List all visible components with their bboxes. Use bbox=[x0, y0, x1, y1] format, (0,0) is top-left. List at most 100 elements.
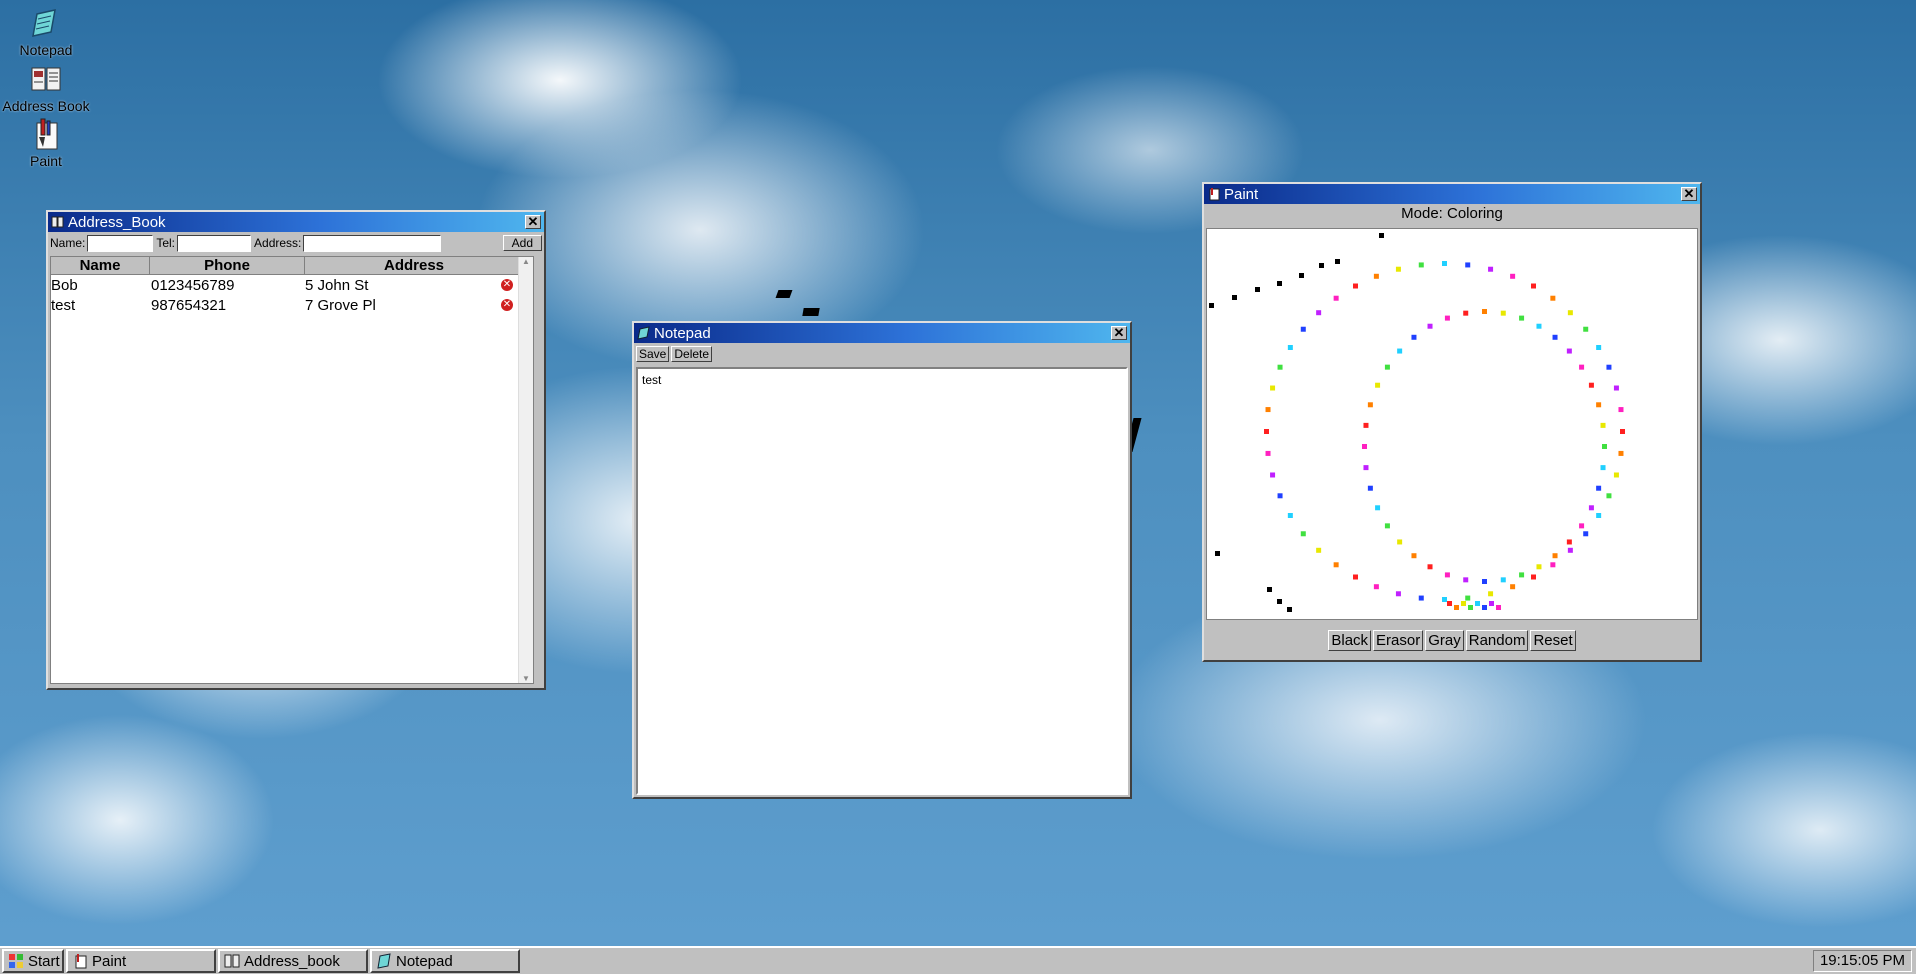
address-list: Name Phone Address Bob 0123456789 5 John… bbox=[50, 256, 534, 684]
paint-dot bbox=[1465, 595, 1471, 601]
table-row[interactable]: test 987654321 7 Grove Pl ✕ bbox=[51, 295, 533, 315]
black-button[interactable]: Black bbox=[1328, 630, 1372, 651]
address-book-icon bbox=[224, 953, 240, 969]
paint-dot bbox=[1566, 348, 1572, 354]
desktop-icon-label: Notepad bbox=[19, 42, 73, 58]
paint-dot bbox=[1384, 523, 1390, 529]
paint-dot bbox=[1596, 345, 1602, 350]
paint-dot bbox=[1488, 591, 1494, 597]
start-icon bbox=[8, 953, 24, 969]
vertical-scrollbar[interactable]: ▲ ▼ bbox=[518, 257, 533, 683]
taskbar-item-label: Paint bbox=[92, 952, 127, 970]
paint-dot bbox=[1510, 584, 1516, 590]
notepad-titlebar[interactable]: Notepad ✕ bbox=[634, 323, 1130, 343]
address-book-titlebar[interactable]: Address_Book ✕ bbox=[48, 212, 544, 232]
paint-dot bbox=[1255, 287, 1260, 292]
paint-dot bbox=[1596, 513, 1602, 518]
scroll-up-icon[interactable]: ▲ bbox=[519, 257, 533, 266]
paint-dot bbox=[1395, 591, 1401, 597]
paint-dot bbox=[1468, 605, 1473, 610]
paint-dot bbox=[1519, 315, 1525, 321]
start-button[interactable]: Start bbox=[2, 949, 64, 973]
taskbar-item-address-book[interactable]: Address_book bbox=[218, 949, 368, 973]
column-header-name[interactable]: Name bbox=[51, 257, 150, 275]
address-book-window: Address_Book ✕ Name: Tel: Address: Add N… bbox=[46, 210, 546, 690]
paint-dot bbox=[1488, 266, 1494, 272]
paint-dot bbox=[1277, 364, 1283, 370]
desktop-icon-notepad[interactable]: Notepad bbox=[0, 6, 92, 58]
column-header-phone[interactable]: Phone bbox=[150, 257, 305, 275]
cell-address: 7 Grove Pl bbox=[305, 296, 376, 314]
paint-dot bbox=[1600, 465, 1606, 471]
notepad-content: test bbox=[642, 373, 662, 387]
paint-canvas[interactable] bbox=[1206, 228, 1698, 620]
paint-dot bbox=[1531, 283, 1536, 289]
delete-button[interactable]: Delete bbox=[671, 346, 713, 362]
reset-button[interactable]: Reset bbox=[1530, 630, 1576, 651]
save-button[interactable]: Save bbox=[636, 346, 670, 362]
paint-dot bbox=[1411, 553, 1417, 559]
tel-input[interactable] bbox=[177, 234, 252, 252]
close-icon[interactable]: ✕ bbox=[1111, 326, 1127, 340]
paint-dot bbox=[1287, 607, 1292, 612]
paint-drawing bbox=[1209, 233, 1625, 612]
notepad-textarea[interactable]: test bbox=[636, 367, 1128, 795]
address-label: Address: bbox=[254, 236, 302, 250]
taskbar-item-label: Address_book bbox=[244, 952, 340, 970]
taskbar-item-paint[interactable]: Paint bbox=[66, 949, 216, 973]
paint-dot bbox=[1496, 605, 1501, 610]
paint-dot bbox=[1596, 402, 1602, 408]
column-header-address[interactable]: Address bbox=[305, 257, 523, 275]
cell-name: Bob bbox=[51, 276, 78, 294]
paint-dot bbox=[1333, 295, 1339, 301]
tel-label: Tel: bbox=[156, 236, 176, 250]
notepad-window: Notepad ✕ Save Delete test bbox=[632, 321, 1132, 799]
paint-dot bbox=[1613, 385, 1619, 391]
paint-dot bbox=[1596, 485, 1602, 491]
close-icon[interactable]: ✕ bbox=[1681, 187, 1697, 201]
paint-dot bbox=[1552, 334, 1558, 340]
taskbar-clock: 19:15:05 PM bbox=[1812, 950, 1912, 972]
paint-dot bbox=[1579, 523, 1585, 529]
delete-row-icon[interactable]: ✕ bbox=[501, 299, 513, 311]
paint-dot bbox=[1316, 310, 1322, 316]
paint-dot bbox=[1475, 601, 1480, 606]
name-input[interactable] bbox=[87, 234, 154, 252]
address-table-header: Name Phone Address bbox=[51, 257, 533, 275]
desktop-icon-address-book[interactable]: Address Book bbox=[0, 62, 92, 114]
paint-icon bbox=[72, 953, 88, 969]
add-button[interactable]: Add bbox=[502, 235, 542, 251]
erasor-button[interactable]: Erasor bbox=[1373, 630, 1424, 651]
notepad-icon bbox=[376, 953, 392, 969]
delete-row-icon[interactable]: ✕ bbox=[501, 279, 513, 291]
address-input[interactable] bbox=[303, 234, 442, 252]
scroll-down-icon[interactable]: ▼ bbox=[519, 674, 533, 683]
notepad-icon bbox=[29, 6, 63, 40]
close-icon[interactable]: ✕ bbox=[525, 215, 541, 229]
paint-dot bbox=[1270, 472, 1276, 478]
paint-titlebar[interactable]: Paint ✕ bbox=[1204, 184, 1700, 204]
taskbar-item-notepad[interactable]: Notepad bbox=[370, 949, 520, 973]
paint-dot bbox=[1552, 553, 1558, 559]
random-button[interactable]: Random bbox=[1465, 630, 1529, 651]
address-book-icon bbox=[51, 215, 65, 229]
paint-icon bbox=[1207, 187, 1221, 201]
paint-dot bbox=[1620, 429, 1625, 434]
paint-dot bbox=[1333, 562, 1339, 568]
paint-dot bbox=[1418, 262, 1424, 268]
paint-dot bbox=[1613, 472, 1619, 478]
paint-dot bbox=[1465, 262, 1471, 268]
paint-dot bbox=[1606, 364, 1612, 370]
desktop-icon-paint[interactable]: Paint bbox=[0, 117, 92, 169]
paint-dot bbox=[1463, 310, 1469, 316]
paint-dot bbox=[1602, 444, 1607, 449]
paint-dot bbox=[1489, 601, 1494, 606]
paint-dot bbox=[1373, 584, 1379, 590]
gray-button[interactable]: Gray bbox=[1425, 630, 1464, 651]
paint-dot bbox=[1363, 465, 1369, 471]
cell-phone: 0123456789 bbox=[151, 276, 235, 294]
paint-dot bbox=[1444, 315, 1450, 321]
table-row[interactable]: Bob 0123456789 5 John St ✕ bbox=[51, 275, 533, 295]
desktop-artifact bbox=[802, 308, 820, 316]
paint-dot bbox=[1375, 505, 1381, 511]
